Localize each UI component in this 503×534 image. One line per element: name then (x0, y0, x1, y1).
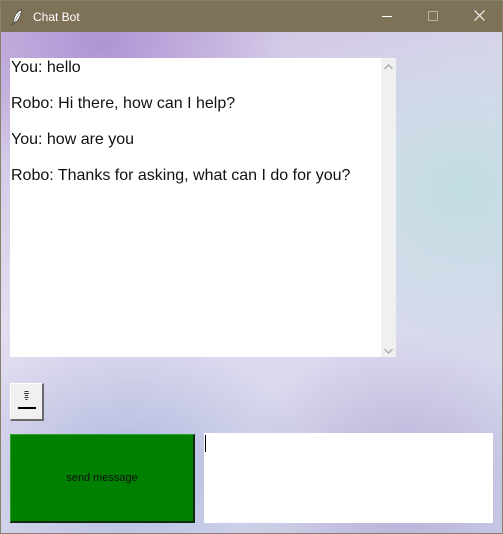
chat-log: You: hello Robo: Hi there, how can I hel… (10, 58, 381, 357)
maximize-button[interactable] (410, 1, 456, 32)
image-button[interactable] (10, 383, 44, 421)
chat-bot-window: Chat Bot You: hello Robo: Hi there, how … (0, 0, 503, 534)
close-icon (473, 8, 485, 26)
scroll-down-button[interactable] (381, 342, 396, 357)
chat-message: Robo: Thanks for asking, what can I do f… (11, 167, 351, 184)
window-controls (364, 1, 502, 32)
maximize-icon (428, 8, 438, 26)
send-message-button[interactable]: send message (10, 434, 195, 523)
feather-icon (10, 8, 24, 25)
window-title: Chat Bot (33, 9, 80, 24)
chat-message: Robo: Hi there, how can I help? (11, 95, 236, 112)
text-caret (205, 435, 206, 452)
tiny-image-icon (16, 387, 38, 416)
minimize-icon (382, 8, 392, 26)
chat-scrollbar[interactable] (381, 58, 396, 357)
send-message-label: send message (66, 472, 138, 484)
scroll-up-button[interactable] (381, 58, 396, 73)
minimize-button[interactable] (364, 1, 410, 32)
message-input[interactable] (204, 433, 493, 523)
chevron-down-icon (384, 341, 393, 359)
close-button[interactable] (456, 1, 502, 32)
title-bar[interactable]: Chat Bot (1, 1, 502, 32)
chevron-up-icon (384, 57, 393, 75)
chat-message: You: how are you (11, 131, 135, 148)
chat-message: You: hello (11, 59, 81, 76)
chat-log-area[interactable]: You: hello Robo: Hi there, how can I hel… (10, 58, 396, 357)
